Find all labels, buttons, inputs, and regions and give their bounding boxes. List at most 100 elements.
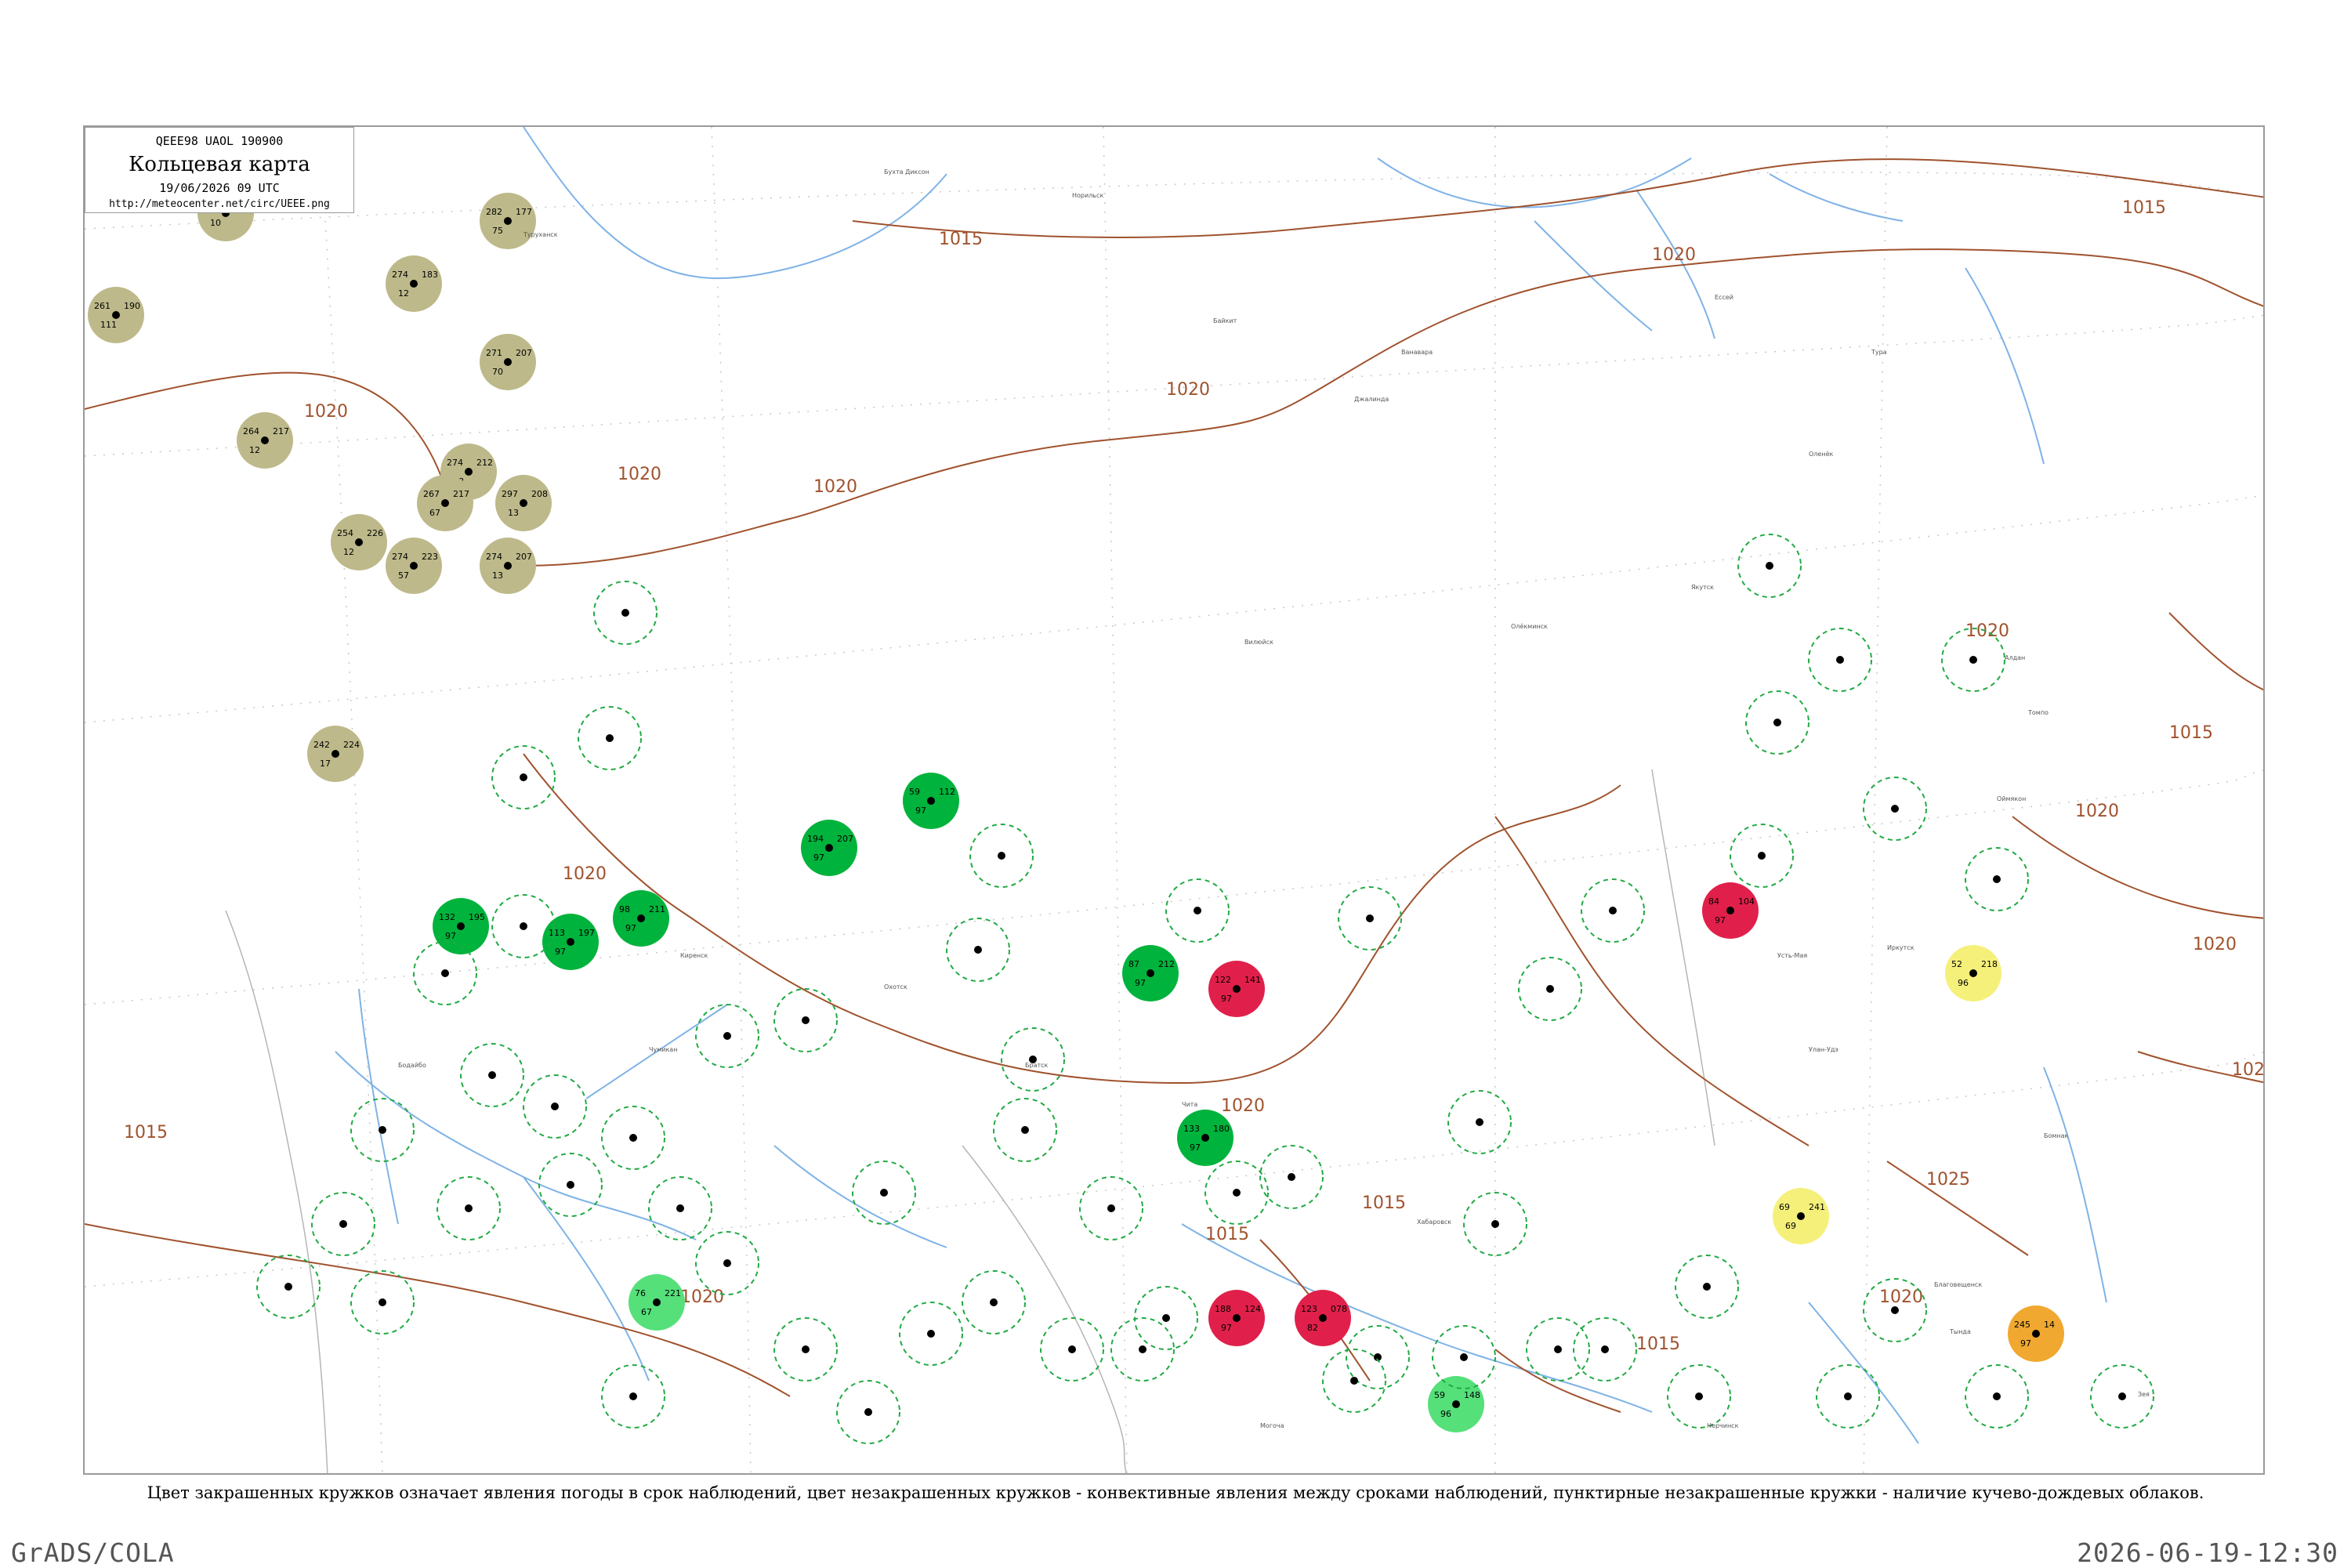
station-temperature: 271: [486, 348, 502, 358]
isobar-1015-e: [2168, 612, 2263, 691]
station-name-label: Могоча: [1260, 1422, 1284, 1429]
station-marker[interactable]: 282 177 75: [480, 193, 536, 249]
station-pressure: 207: [516, 348, 532, 358]
station-name-label: Чита: [1182, 1101, 1197, 1108]
station-dot: [504, 358, 512, 366]
station-marker[interactable]: 52 218 96: [1945, 945, 2001, 1001]
station-dot: [927, 1330, 935, 1338]
isobar-label: 1020: [2193, 935, 2237, 954]
station-temperature: 297: [502, 489, 518, 499]
station-marker[interactable]: 274 223 57: [386, 538, 442, 594]
station-dot: [567, 1181, 574, 1189]
isobar-label: 1015: [2122, 198, 2166, 218]
station-temperature: 194: [807, 834, 824, 844]
isobar-1020-east: [1494, 816, 1809, 1146]
station-marker[interactable]: 274 183 12: [386, 255, 442, 312]
station-dot: [629, 1134, 637, 1142]
station-dot: [802, 1345, 810, 1353]
station-dot: [457, 922, 465, 930]
station-dot: [1891, 1306, 1899, 1314]
station-marker[interactable]: 271 207 70: [480, 334, 536, 390]
isobar-label: 1020: [2075, 802, 2119, 821]
station-dot: [1366, 914, 1374, 922]
isobar-label: 1020: [618, 465, 661, 484]
isobar-1015-south: [85, 1223, 791, 1397]
station-name-label: Оленёк: [1809, 451, 1833, 458]
station-dot: [1993, 1392, 2001, 1400]
station-dot: [520, 773, 527, 781]
legend-title: Кольцевая карта: [129, 153, 310, 176]
rivers: [335, 127, 2107, 1444]
station-name-label: Алдан: [2005, 654, 2025, 661]
station-pressure: 207: [516, 552, 532, 562]
station-dot: [551, 1103, 559, 1110]
station-dot: [1233, 1189, 1241, 1197]
station-dot: [1695, 1392, 1703, 1400]
station-dewpoint: 17: [320, 759, 331, 769]
station-marker[interactable]: 59 112 97: [903, 773, 959, 829]
station-name-label: Бомнак: [2044, 1132, 2069, 1139]
station-temperature: 133: [1183, 1124, 1200, 1134]
station-dot: [504, 217, 512, 225]
legend-url[interactable]: http://meteocenter.net/circ/UEEE.png: [85, 198, 353, 210]
station-marker[interactable]: 297 208 13: [495, 475, 552, 531]
station-marker[interactable]: 254 226 12: [331, 514, 387, 570]
station-marker[interactable]: 123 078 82: [1295, 1290, 1351, 1346]
station-dot: [1554, 1345, 1562, 1353]
station-marker[interactable]: 98 211 97: [613, 890, 669, 947]
station-dot: [379, 1126, 386, 1134]
station-marker[interactable]: 264 217 12: [237, 412, 293, 469]
station-dewpoint: 96: [1958, 978, 1969, 988]
station-marker[interactable]: 188 124 97: [1208, 1290, 1265, 1346]
station-marker[interactable]: 194 207 97: [801, 820, 857, 876]
station-name-label: Томпо: [2027, 709, 2049, 716]
isobar-1020-mid: [523, 753, 1621, 1085]
station-marker[interactable]: 84 104 97: [1702, 882, 1759, 939]
station-dewpoint: 97: [2020, 1338, 2031, 1349]
station-marker[interactable]: 69 241 69: [1773, 1188, 1829, 1244]
station-marker[interactable]: 113 197 97: [542, 914, 599, 970]
legend-time: 19/06/2026 09 UTC: [159, 181, 280, 195]
isobar-label: 1015: [124, 1123, 168, 1143]
station-pressure: 221: [665, 1288, 681, 1298]
station-dot: [637, 914, 645, 922]
station-marker[interactable]: 133 180 97: [1177, 1110, 1233, 1166]
isobar-label: 1020: [563, 864, 607, 884]
station-dot: [520, 922, 527, 930]
station-marker[interactable]: 87 212 97: [1122, 945, 1179, 1001]
station-dot: [1993, 875, 2001, 883]
station-dot: [441, 499, 449, 507]
station-dot: [1766, 562, 1773, 570]
station-dot: [112, 311, 120, 319]
station-dot: [355, 538, 363, 546]
station-temperature: 84: [1708, 896, 1719, 907]
isobar-label: 1020: [304, 402, 348, 422]
station-marker[interactable]: 267 217 67: [417, 475, 473, 531]
station-marker[interactable]: 242 224 17: [307, 726, 364, 782]
station-temperature: 98: [619, 904, 630, 914]
station-marker[interactable]: 274 207 13: [480, 538, 536, 594]
station-name-label: Хабаровск: [1417, 1219, 1451, 1226]
station-pressure: 183: [422, 270, 438, 280]
station-pressure: 224: [343, 740, 360, 750]
station-pressure: 207: [837, 834, 853, 844]
station-dot: [927, 797, 935, 805]
station-name-label: Улан-Удэ: [1809, 1046, 1838, 1053]
station-dewpoint: 10: [210, 218, 221, 228]
station-name-label: Туруханск: [523, 231, 558, 238]
weather-map[interactable]: 1015 1020 1015 1020 1020 1020 1020 1020 …: [85, 127, 2265, 1475]
station-marker[interactable]: 261 190 111: [88, 287, 144, 343]
station-pressure: 177: [516, 207, 532, 217]
station-marker[interactable]: 76 221 67: [629, 1274, 685, 1331]
station-dot: [1233, 985, 1241, 993]
station-pressure: 148: [1464, 1390, 1480, 1400]
station-dot: [653, 1298, 661, 1306]
station-dot: [606, 734, 614, 742]
isobar-1020-central: [523, 248, 2263, 567]
station-marker[interactable]: 245 14 97: [2008, 1305, 2064, 1362]
map-frame: 1015 1020 1015 1020 1020 1020 1020 1020 …: [83, 125, 2265, 1475]
station-marker[interactable]: 122 141 97: [1208, 961, 1265, 1017]
station-pressure: 208: [531, 489, 548, 499]
station-dot: [1147, 969, 1154, 977]
station-marker[interactable]: 59 148 96: [1428, 1376, 1484, 1432]
